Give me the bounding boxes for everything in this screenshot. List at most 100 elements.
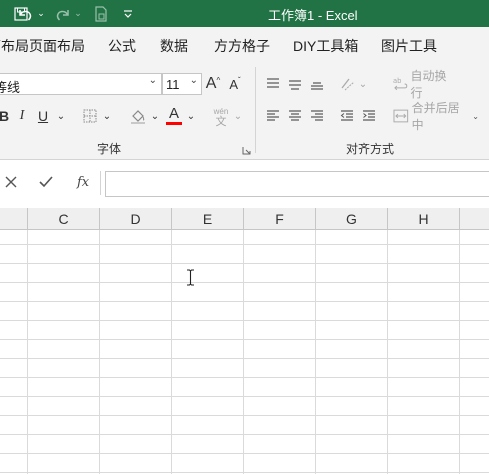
phonetic-bottom: 文 xyxy=(215,116,227,128)
column-header-g[interactable]: G xyxy=(316,208,388,230)
tab-formulas[interactable]: 公式 xyxy=(108,36,136,56)
column-header-h[interactable]: H xyxy=(388,208,460,230)
font-name-combobox[interactable]: 等线 ⌄ xyxy=(0,73,162,95)
align-bottom-icon xyxy=(311,82,323,90)
merge-center-button[interactable]: 合并后居中 ⌄ xyxy=(393,101,479,132)
increase-font-size-button[interactable]: A ^ xyxy=(204,73,222,95)
align-left-icon xyxy=(267,110,279,121)
underline-button[interactable]: U xyxy=(35,105,51,127)
cell-grid[interactable] xyxy=(0,230,489,474)
borders-dropdown-icon[interactable]: ⌄ xyxy=(102,105,112,127)
row-line xyxy=(0,282,489,283)
redo-icon[interactable] xyxy=(52,0,74,27)
column-header-e[interactable]: E xyxy=(172,208,244,230)
align-middle-icon xyxy=(289,80,301,90)
bold-button[interactable]: B xyxy=(0,105,10,127)
align-middle-button[interactable] xyxy=(286,75,304,93)
align-top-icon xyxy=(267,78,279,88)
window-title: 工作簿1 - Excel xyxy=(268,8,358,23)
alignment-group-label: 对齐方式 xyxy=(346,142,395,156)
chevron-down-icon[interactable]: ⌄ xyxy=(190,75,198,86)
formula-input[interactable] xyxy=(105,171,489,197)
row-line xyxy=(0,396,489,397)
decrease-indent-icon xyxy=(340,110,353,121)
decrease-indent-button[interactable] xyxy=(338,107,356,125)
border-icon xyxy=(83,109,97,123)
font-dialog-launcher-icon[interactable] xyxy=(241,145,251,155)
redo-dropdown-icon[interactable]: ⌄ xyxy=(72,0,84,27)
chevron-down-icon[interactable]: ⌄ xyxy=(149,75,157,86)
fill-color-dropdown-icon[interactable]: ⌄ xyxy=(150,105,160,127)
align-right-button[interactable] xyxy=(308,107,326,125)
column-line xyxy=(27,230,28,474)
row-line xyxy=(0,434,489,435)
title-bar: ⌄ ⌄ 工作簿1 - Excel xyxy=(0,0,489,27)
row-line xyxy=(0,263,489,264)
row-line xyxy=(0,339,489,340)
column-line xyxy=(387,230,388,474)
undo-dropdown-icon[interactable]: ⌄ xyxy=(35,0,47,27)
wrap-text-label: 自动换行 xyxy=(410,69,447,100)
orientation-button[interactable] xyxy=(338,74,358,94)
tab-page-layout[interactable]: 页面布局 xyxy=(29,36,85,56)
column-header-d[interactable]: D xyxy=(100,208,172,230)
save-as-icon[interactable] xyxy=(90,0,112,27)
text-cursor-icon xyxy=(186,269,195,289)
font-color-letter: A xyxy=(168,104,179,122)
align-center-button[interactable] xyxy=(286,107,304,125)
customize-qat-icon[interactable] xyxy=(120,0,136,27)
formula-bar: fx xyxy=(0,160,489,208)
wrap-text-button[interactable]: ab 自动换行 xyxy=(393,69,457,100)
merge-dropdown-icon[interactable]: ⌄ xyxy=(472,112,479,121)
group-separator xyxy=(255,67,256,153)
align-left-button[interactable] xyxy=(264,107,282,125)
column-header-f[interactable]: F xyxy=(244,208,316,230)
column-line xyxy=(315,230,316,474)
fill-color-button[interactable] xyxy=(128,105,148,127)
row-line xyxy=(0,244,489,245)
align-center-icon xyxy=(289,110,301,121)
align-bottom-button[interactable] xyxy=(308,75,326,93)
row-line xyxy=(0,358,489,359)
phonetic-guide-button[interactable]: wén 文 xyxy=(210,105,232,129)
underline-dropdown-icon[interactable]: ⌄ xyxy=(56,105,66,127)
row-line xyxy=(0,320,489,321)
font-group-label: 字体 xyxy=(97,142,122,156)
insert-function-icon[interactable]: fx xyxy=(77,175,89,190)
increase-indent-button[interactable] xyxy=(360,107,378,125)
orientation-dropdown-icon[interactable]: ⌄ xyxy=(358,75,368,93)
column-header-b[interactable] xyxy=(0,208,28,230)
row-line xyxy=(0,415,489,416)
font-size-combobox[interactable]: 11 ⌄ xyxy=(162,73,202,95)
column-header-c[interactable]: C xyxy=(28,208,100,230)
align-right-icon xyxy=(311,110,323,121)
tab-fangfang[interactable]: 方方格子 xyxy=(214,36,270,56)
font-color-dropdown-icon[interactable]: ⌄ xyxy=(186,105,196,127)
borders-button[interactable] xyxy=(80,105,100,127)
tab-picture-tools[interactable]: 图片工具 xyxy=(381,36,437,56)
row-line xyxy=(0,377,489,378)
paint-bucket-icon xyxy=(131,110,145,124)
column-header-i[interactable] xyxy=(460,208,489,230)
column-line xyxy=(171,230,172,474)
italic-button[interactable]: I xyxy=(14,105,30,127)
font-color-button[interactable]: A xyxy=(165,103,183,127)
column-line xyxy=(99,230,100,474)
decrease-font-size-button[interactable]: Aˇ xyxy=(226,73,244,95)
tab-insert[interactable]: 面布局 xyxy=(0,36,29,56)
tab-diy-toolbox[interactable]: DIY工具箱 xyxy=(293,36,358,56)
column-line xyxy=(459,230,460,474)
align-top-button[interactable] xyxy=(264,75,282,93)
wrap-text-icon: ab xyxy=(393,77,408,91)
check-icon[interactable] xyxy=(38,175,54,192)
phonetic-dropdown-icon[interactable]: ⌄ xyxy=(233,105,243,127)
row-line xyxy=(0,453,489,454)
formula-separator xyxy=(100,171,101,195)
increase-font-icon: A xyxy=(205,75,217,92)
merge-center-label: 合并后居中 xyxy=(411,101,460,132)
row-line xyxy=(0,472,489,473)
font-size-value: 11 xyxy=(166,77,180,92)
undo-icon[interactable] xyxy=(14,0,36,27)
cancel-icon[interactable] xyxy=(3,174,19,193)
tab-data[interactable]: 数据 xyxy=(160,36,188,56)
